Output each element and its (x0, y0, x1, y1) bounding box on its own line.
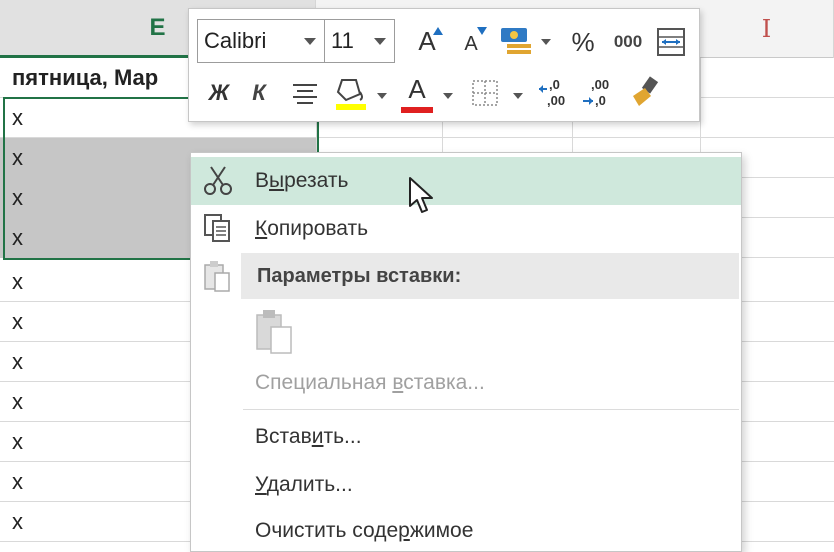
cut-label: Вырезать (255, 169, 349, 192)
chevron-down-icon[interactable] (377, 93, 387, 99)
svg-text:,0: ,0 (549, 77, 560, 92)
copy-label: Копировать (255, 217, 369, 240)
svg-text:,0: ,0 (595, 93, 606, 108)
align-center-icon (293, 84, 317, 104)
clipboard-icon (256, 310, 292, 354)
grow-arrow-icon (433, 27, 443, 35)
copy-icon (204, 214, 230, 242)
decrease-decimal-button[interactable]: ,00 ,0 (579, 73, 619, 113)
grow-font-button[interactable]: A (409, 21, 445, 61)
font-size-value: 11 (331, 28, 354, 53)
column-header-i[interactable]: I (700, 0, 834, 58)
chevron-down-icon[interactable] (513, 93, 523, 99)
merge-center-button[interactable] (651, 23, 691, 61)
clear-contents-label: Очистить содержимое (255, 519, 474, 542)
paste-options-icon (204, 261, 230, 292)
borders-button[interactable] (467, 73, 503, 113)
scissors-icon (204, 166, 232, 195)
bold-button[interactable]: Ж (201, 73, 237, 113)
accounting-format-button[interactable] (497, 23, 537, 61)
merge-icon (657, 28, 685, 56)
menu-item-insert[interactable]: Вставить... (191, 413, 741, 461)
highlight-swatch (336, 104, 366, 110)
mini-toolbar: Calibri 11 A A % 000 Ж К A ,0 ,00 ,00 ,0 (188, 8, 700, 122)
chevron-down-icon[interactable] (443, 93, 453, 99)
fill-color-button[interactable] (331, 71, 371, 115)
paintbrush-icon (633, 76, 659, 106)
borders-icon (472, 80, 498, 106)
font-color-button[interactable]: A (397, 71, 437, 115)
font-size-select[interactable]: 11 (325, 19, 395, 63)
percent-button[interactable]: % (563, 23, 603, 61)
paste-options-header: Параметры вставки: (241, 253, 739, 299)
shrink-arrow-icon (477, 27, 487, 35)
menu-item-delete[interactable]: Удалить... (191, 461, 741, 509)
paste-option-button[interactable] (251, 307, 301, 357)
chevron-down-icon[interactable] (541, 39, 551, 45)
menu-separator (243, 409, 739, 410)
menu-item-clear-contents[interactable]: Очистить содержимое (191, 507, 741, 552)
format-painter-button[interactable] (625, 71, 665, 115)
svg-text:,00: ,00 (547, 93, 565, 108)
menu-item-copy[interactable]: Копировать (191, 205, 741, 253)
money-icon (501, 28, 531, 54)
font-color-icon: A (408, 73, 426, 104)
menu-item-cut[interactable]: Вырезать (191, 157, 741, 205)
shrink-font-button[interactable]: A (453, 21, 489, 61)
paste-special-label: Специальная вставка... (255, 371, 485, 394)
chevron-down-icon (374, 38, 386, 45)
svg-text:,00: ,00 (591, 77, 609, 92)
thousands-separator-button[interactable]: 000 (607, 23, 649, 61)
shrink-font-icon: A (464, 32, 478, 55)
menu-item-paste-special[interactable]: Специальная вставка... (191, 359, 741, 407)
delete-label: Удалить... (255, 473, 353, 496)
context-menu: Вырезать Копировать Параметры вставки: С… (190, 152, 742, 552)
decrease-decimal-icon: ,00 ,0 (583, 77, 609, 108)
align-center-button[interactable] (287, 73, 323, 113)
chevron-down-icon (304, 38, 316, 45)
paint-bucket-icon (336, 79, 366, 110)
insert-label: Вставить... (255, 425, 362, 448)
font-color-swatch (401, 107, 433, 113)
font-name-select[interactable]: Calibri (197, 19, 325, 63)
increase-decimal-button[interactable]: ,0 ,00 (535, 73, 575, 113)
mouse-cursor-icon (409, 177, 433, 213)
increase-decimal-icon: ,0 ,00 (539, 77, 565, 108)
font-name-value: Calibri (204, 28, 267, 53)
italic-button[interactable]: К (241, 73, 277, 113)
